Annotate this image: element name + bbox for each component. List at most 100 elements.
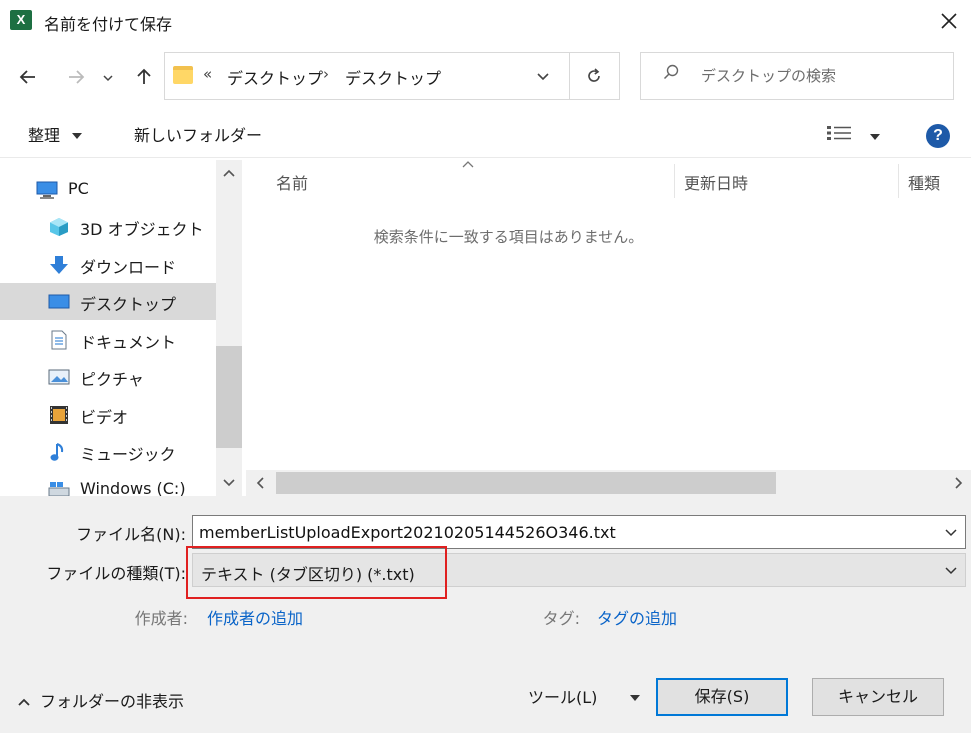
documents-icon	[51, 330, 67, 350]
save-button[interactable]: 保存(S)	[656, 678, 788, 716]
pictures-icon	[48, 369, 70, 385]
search-icon	[663, 64, 679, 80]
close-button[interactable]	[932, 5, 966, 37]
tools-button[interactable]: ツール(L)	[528, 684, 641, 708]
nav-item-label: デスクトップ	[80, 295, 177, 314]
filename-input[interactable]	[199, 519, 919, 545]
caret-down-icon	[72, 133, 83, 139]
download-icon	[50, 256, 68, 274]
author-label: 作成者:	[134, 609, 188, 628]
search-input[interactable]	[701, 61, 945, 91]
caret-down-icon	[629, 695, 640, 701]
close-icon	[941, 13, 957, 29]
nav-item-label: ダウンロード	[80, 258, 177, 277]
breadcrumb-separator[interactable]: ›	[323, 65, 329, 83]
nav-item-label: 3D オブジェクト	[80, 220, 204, 239]
nav-item-label: Windows (C:)	[80, 479, 186, 496]
command-toolbar: 整理 新しいフォルダー ?	[0, 112, 971, 158]
filename-label: ファイル名(N):	[76, 525, 186, 544]
nav-item-label: ドキュメント	[80, 333, 177, 352]
arrow-right-icon	[69, 70, 85, 84]
file-list[interactable]: 名前 更新日時 種類 検索条件に一致する項目はありません。	[246, 160, 971, 496]
nav-item-downloads[interactable]: ダウンロード	[0, 246, 216, 283]
organize-label: 整理	[28, 126, 61, 145]
desktop-icon	[48, 294, 70, 309]
new-folder-button[interactable]: 新しいフォルダー	[134, 122, 262, 146]
empty-message: 検索条件に一致する項目はありません。	[373, 228, 644, 246]
add-author-link[interactable]: 作成者の追加	[207, 605, 303, 629]
pc-icon	[36, 181, 58, 199]
nav-item-label: ミュージック	[80, 445, 176, 464]
divider	[569, 53, 570, 99]
navigation-scrollbar[interactable]	[216, 160, 242, 496]
music-icon	[50, 443, 64, 461]
folder-icon	[173, 66, 193, 84]
hide-folders-button[interactable]: フォルダーの非表示	[18, 688, 184, 712]
breadcrumb-overflow[interactable]: «	[203, 65, 212, 83]
help-button[interactable]: ?	[926, 124, 950, 148]
nav-item-videos[interactable]: ビデオ	[0, 396, 216, 433]
nav-item-drive-c[interactable]: Windows (C:)	[0, 471, 216, 496]
filename-combobox[interactable]	[192, 515, 966, 549]
sort-ascending-icon	[462, 161, 474, 168]
scroll-left-icon[interactable]	[255, 477, 265, 489]
breadcrumb-item[interactable]: デスクトップ	[345, 65, 441, 89]
arrow-left-icon	[19, 70, 35, 84]
drive-icon	[48, 482, 70, 496]
refresh-icon	[588, 68, 600, 82]
filetype-select[interactable]: テキスト (タブ区切り) (*.txt)	[192, 553, 966, 587]
up-button[interactable]	[130, 62, 158, 92]
scrollbar-thumb[interactable]	[276, 472, 776, 494]
cancel-button[interactable]: キャンセル	[812, 678, 944, 716]
column-divider[interactable]	[674, 164, 675, 198]
caret-down-icon	[870, 134, 881, 140]
add-tag-link[interactable]: タグの追加	[597, 605, 677, 629]
filetype-dropdown-button[interactable]	[941, 557, 961, 583]
title-bar: X 名前を付けて保存	[0, 0, 971, 44]
back-button[interactable]	[14, 62, 42, 92]
scrollbar-thumb[interactable]	[216, 346, 242, 448]
forward-button[interactable]	[62, 62, 90, 92]
column-header-date[interactable]: 更新日時	[684, 170, 748, 194]
column-header-name[interactable]: 名前	[276, 170, 308, 194]
tools-label: ツール(L)	[528, 688, 598, 707]
nav-item-desktop[interactable]: デスクトップ	[0, 283, 216, 320]
filetype-label: ファイルの種類(T):	[46, 564, 186, 583]
breadcrumb-item[interactable]: デスクトップ	[227, 65, 323, 89]
arrow-up-icon	[137, 68, 151, 84]
scroll-right-icon[interactable]	[954, 477, 964, 489]
organize-button[interactable]: 整理	[28, 122, 83, 146]
window-title: 名前を付けて保存	[44, 15, 173, 34]
3d-objects-icon	[50, 218, 68, 236]
scroll-up-icon[interactable]	[223, 168, 235, 178]
nav-item-pictures[interactable]: ピクチャ	[0, 358, 216, 395]
help-icon: ?	[933, 127, 943, 144]
nav-item-music[interactable]: ミュージック	[0, 433, 216, 470]
filename-dropdown-button[interactable]	[941, 519, 961, 545]
nav-item-pc[interactable]: PC	[0, 171, 216, 208]
nav-item-documents[interactable]: ドキュメント	[0, 321, 216, 358]
chevron-down-icon	[945, 529, 957, 537]
address-dropdown-button[interactable]	[531, 63, 555, 89]
navigation-pane[interactable]: PC 3D オブジェクト ダウンロード デスクトップ ドキュメント ピクチャ ビ…	[0, 160, 242, 496]
nav-item-3d-objects[interactable]: 3D オブジェクト	[0, 208, 216, 245]
chevron-down-icon	[103, 75, 113, 82]
recent-locations-button[interactable]	[98, 62, 118, 92]
chevron-up-icon	[18, 698, 30, 706]
scroll-down-icon[interactable]	[223, 478, 235, 488]
nav-item-label: ピクチャ	[80, 370, 144, 389]
chevron-down-icon	[945, 567, 957, 575]
refresh-button[interactable]	[579, 63, 609, 89]
filetype-value: テキスト (タブ区切り) (*.txt)	[201, 565, 415, 584]
horizontal-scrollbar[interactable]	[246, 470, 971, 496]
search-box[interactable]	[640, 52, 954, 100]
tag-label: タグ:	[542, 609, 580, 628]
nav-item-label: ビデオ	[80, 408, 129, 427]
column-header-type[interactable]: 種類	[908, 170, 940, 194]
videos-icon	[50, 406, 68, 424]
nav-item-label: PC	[68, 179, 89, 198]
address-bar[interactable]: « デスクトップ › デスクトップ	[164, 52, 620, 100]
view-options-button[interactable]	[826, 124, 881, 146]
column-divider[interactable]	[898, 164, 899, 198]
details-view-icon	[827, 126, 851, 140]
